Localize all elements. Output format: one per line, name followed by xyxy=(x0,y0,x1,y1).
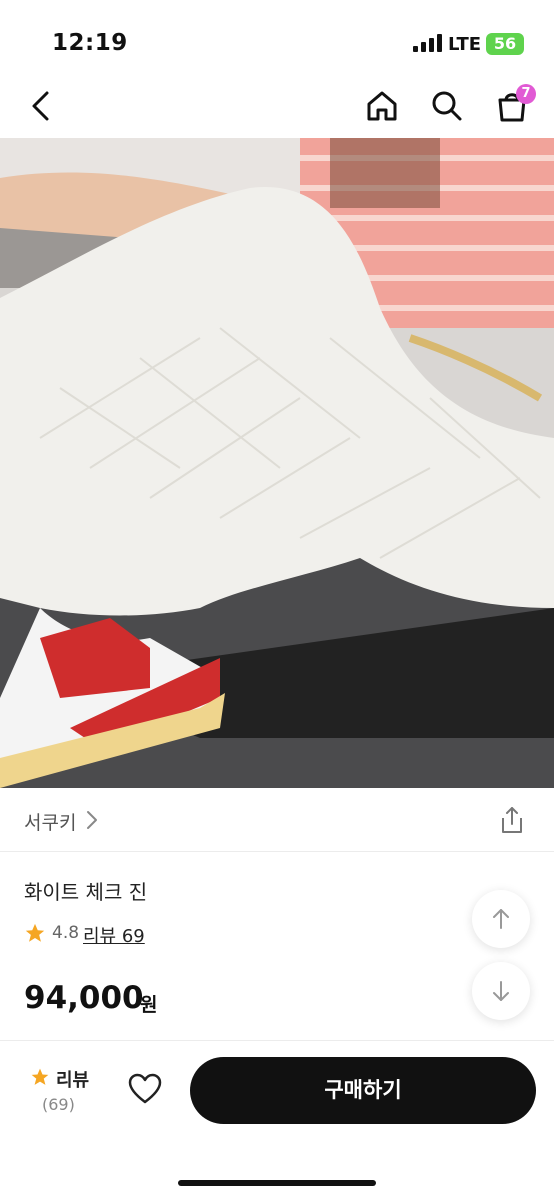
search-icon xyxy=(432,91,462,121)
scroll-top-button[interactable] xyxy=(472,890,530,948)
scroll-bottom-button[interactable] xyxy=(472,962,530,1020)
buy-button[interactable]: 구매하기 xyxy=(190,1057,536,1124)
shop-row xyxy=(0,789,554,851)
rating-value: 4.8 xyxy=(52,923,80,943)
home-button[interactable] xyxy=(362,86,402,126)
heart-icon xyxy=(128,1073,162,1104)
signal-icon xyxy=(413,34,442,52)
shop-name-link[interactable]: 서쿠키 xyxy=(24,808,76,835)
product-photo xyxy=(0,138,554,788)
price-amount: 94,000 xyxy=(24,980,144,1016)
star-icon xyxy=(25,923,45,942)
network-type: LTE xyxy=(448,34,482,55)
review-button[interactable]: 리뷰 xyxy=(56,1066,89,1092)
review-count-link[interactable]: 리뷰 69 xyxy=(83,922,145,948)
home-indicator xyxy=(178,1180,376,1186)
price-currency: 원 xyxy=(140,994,158,1016)
chevron-left-icon xyxy=(32,91,49,121)
product-image[interactable] xyxy=(0,138,554,788)
review-count: (69) xyxy=(42,1095,75,1114)
like-button[interactable] xyxy=(128,1073,162,1105)
cart-count-badge: 7 xyxy=(516,84,536,104)
back-button[interactable] xyxy=(22,86,62,126)
product-title: 화이트 체크 진 xyxy=(24,880,148,904)
chevron-right-icon xyxy=(87,811,97,829)
status-time: 12:19 xyxy=(52,30,128,56)
battery-indicator: 56 xyxy=(486,33,524,55)
star-icon xyxy=(31,1068,49,1085)
share-button[interactable] xyxy=(498,805,526,835)
divider xyxy=(0,851,554,852)
share-icon xyxy=(502,807,522,833)
arrow-down-icon xyxy=(493,981,509,1001)
home-icon xyxy=(367,91,397,121)
arrow-up-icon xyxy=(493,909,509,929)
search-button[interactable] xyxy=(427,86,467,126)
